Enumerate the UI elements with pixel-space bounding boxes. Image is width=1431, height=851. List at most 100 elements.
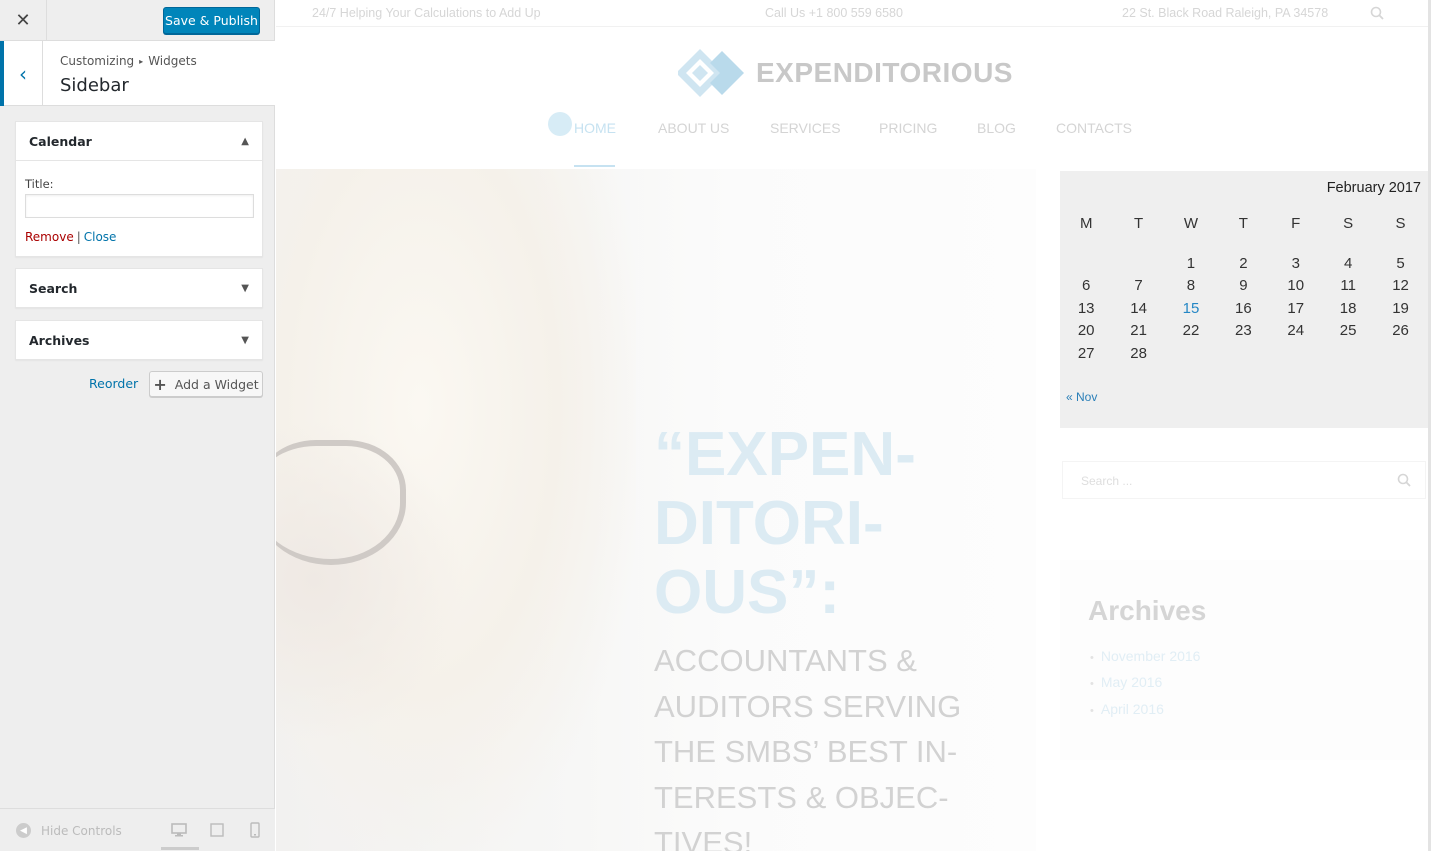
nav-active-indicator — [574, 165, 615, 167]
calendar-day: 28 — [1130, 344, 1147, 362]
close-customizer-button[interactable]: ✕ — [0, 0, 47, 40]
nav-services[interactable]: SERVICES — [770, 120, 841, 136]
add-widget-button[interactable]: + Add a Widget — [149, 371, 263, 397]
nav-home[interactable]: HOME — [574, 120, 616, 136]
nav-pricing[interactable]: PRICING — [879, 120, 937, 136]
remove-link[interactable]: Remove — [25, 230, 74, 244]
calendar-day: 16 — [1235, 299, 1252, 317]
weekday: T — [1134, 214, 1144, 232]
calendar-day: 15 — [1182, 299, 1200, 317]
calendar-day: 9 — [1239, 277, 1248, 295]
calendar-week: 13 14 15 16 17 18 19 — [1060, 297, 1431, 320]
calendar-day: 3 — [1291, 254, 1300, 272]
breadcrumb-separator: ▸ — [139, 57, 144, 66]
widget-search[interactable]: Search ▼ — [15, 268, 263, 308]
calendar-day: 8 — [1186, 277, 1196, 295]
customizer-footer: ◀ Hide Controls — [0, 808, 275, 851]
archive-link[interactable]: April 2016 — [1090, 701, 1200, 727]
section-title: Sidebar — [60, 75, 129, 96]
widget-calendar-toggle[interactable]: Calendar ▲ — [16, 122, 262, 160]
calendar-week: 1 2 3 4 5 — [1060, 252, 1431, 275]
desktop-preview-button[interactable] — [161, 821, 199, 850]
hide-controls-label: Hide Controls — [41, 823, 122, 838]
calendar-day: 6 — [1082, 277, 1091, 295]
widget-actions: Remove | Close — [25, 230, 253, 244]
breadcrumb: Customizing ▸ Widgets — [60, 54, 197, 68]
calendar-day: 27 — [1077, 344, 1095, 362]
widget-search-toggle[interactable]: Search ▼ — [16, 269, 262, 307]
nav-blog[interactable]: BLOG — [977, 120, 1016, 136]
site-search-placeholder: Search ... — [1081, 474, 1133, 488]
widget-title: Calendar — [29, 133, 92, 149]
calendar-prev-link[interactable]: « Nov — [1066, 390, 1097, 404]
title-field[interactable] — [25, 194, 254, 218]
archives-title: Archives — [1088, 595, 1207, 626]
calendar-day: 24 — [1287, 322, 1305, 340]
caret-down-icon: ▼ — [241, 282, 249, 294]
calendar-day: 18 — [1339, 299, 1357, 317]
calendar-weekdays: M T W T F S S — [1060, 206, 1431, 240]
reorder-link[interactable]: Reorder — [89, 376, 138, 391]
nav-contacts[interactable]: CONTACTS — [1056, 120, 1132, 136]
calendar-week: 6 7 8 9 10 11 12 — [1060, 275, 1431, 298]
caret-down-icon: ▼ — [241, 334, 249, 346]
add-widget-label: Add a Widget — [174, 376, 259, 392]
weekday: F — [1291, 214, 1301, 232]
customizer-panel: ✕ Save & Publish ‹ Customizing ▸ Widgets S… — [0, 0, 275, 851]
calendar-day: 20 — [1077, 322, 1095, 340]
weekday: M — [1079, 214, 1093, 232]
section-header: ‹ Customizing ▸ Widgets Sidebar — [0, 41, 275, 106]
mobile-preview-button[interactable] — [246, 821, 264, 839]
breadcrumb-current: Widgets — [148, 54, 197, 68]
chevron-left-icon: ‹ — [19, 61, 27, 86]
search-icon[interactable] — [1370, 6, 1384, 20]
pencil-edit-icon[interactable] — [548, 112, 572, 136]
calendar-day: 17 — [1287, 299, 1305, 317]
separator: | — [76, 230, 81, 244]
widget-title: Search — [29, 280, 78, 296]
plus-icon: + — [153, 374, 167, 394]
weekday: S — [1343, 214, 1354, 232]
widget-archives-toggle[interactable]: Archives ▼ — [16, 321, 262, 359]
logo-text: EXPENDITORIOUS — [756, 57, 1013, 88]
calendar-week: 27 28 — [1060, 342, 1431, 365]
calendar-day: 23 — [1235, 322, 1252, 340]
close-link[interactable]: Close — [84, 230, 117, 244]
address: 22 St. Black Road Raleigh, PA 34578 — [1122, 6, 1329, 20]
logo-icon — [678, 49, 744, 97]
weekday: S — [1395, 214, 1406, 232]
archive-link[interactable]: May 2016 — [1090, 674, 1200, 700]
tablet-preview-button[interactable] — [208, 821, 226, 839]
archive-link[interactable]: November 2016 — [1090, 648, 1201, 674]
calendar-day: 10 — [1287, 277, 1305, 295]
phone: Call Us +1 800 559 6580 — [765, 6, 903, 20]
tablet-icon — [210, 823, 224, 837]
site-search-form[interactable]: Search ... — [1062, 461, 1426, 499]
calendar-day: 11 — [1340, 277, 1356, 295]
collapse-icon: ◀ — [16, 823, 31, 838]
search-icon[interactable] — [1397, 473, 1411, 487]
back-button[interactable]: ‹ — [0, 41, 43, 106]
site-preview: 24/7 Helping Your Calculations to Add Up… — [276, 0, 1431, 851]
caret-up-icon: ▲ — [241, 135, 249, 147]
calendar-day: 25 — [1339, 322, 1357, 340]
nav-about-us[interactable]: ABOUT US — [658, 120, 729, 136]
calendar-day: 13 — [1077, 299, 1095, 317]
widget-archives[interactable]: Archives ▼ — [15, 320, 263, 360]
calendar-day: 12 — [1392, 277, 1409, 295]
calendar-week: 20 21 22 23 24 25 26 — [1060, 320, 1431, 343]
hero-subtitle: ACCOUNTANTS & AUDITORS SERVING THE SMBS’… — [654, 643, 962, 851]
title-field-label: Title: — [25, 177, 54, 191]
tagline: 24/7 Helping Your Calculations to Add Up — [312, 6, 541, 20]
site-logo[interactable]: EXPENDITORIOUS — [678, 47, 1013, 99]
calendar-caption: February 2017 — [1326, 180, 1421, 196]
calendar-day: 4 — [1343, 254, 1353, 272]
calendar-day: 14 — [1130, 299, 1147, 317]
weekday: T — [1238, 214, 1248, 232]
calendar-widget[interactable]: February 2017 M T W T F S S 1 2 3 4 5 6 7 8 9 10 1… — [1060, 171, 1431, 428]
hide-controls-button[interactable]: ◀ Hide Controls — [16, 823, 122, 838]
save-publish-button[interactable]: Save & Publish — [163, 7, 260, 34]
breadcrumb-root: Customizing — [60, 54, 135, 68]
mobile-icon — [250, 822, 260, 838]
widget-title: Archives — [29, 332, 90, 348]
